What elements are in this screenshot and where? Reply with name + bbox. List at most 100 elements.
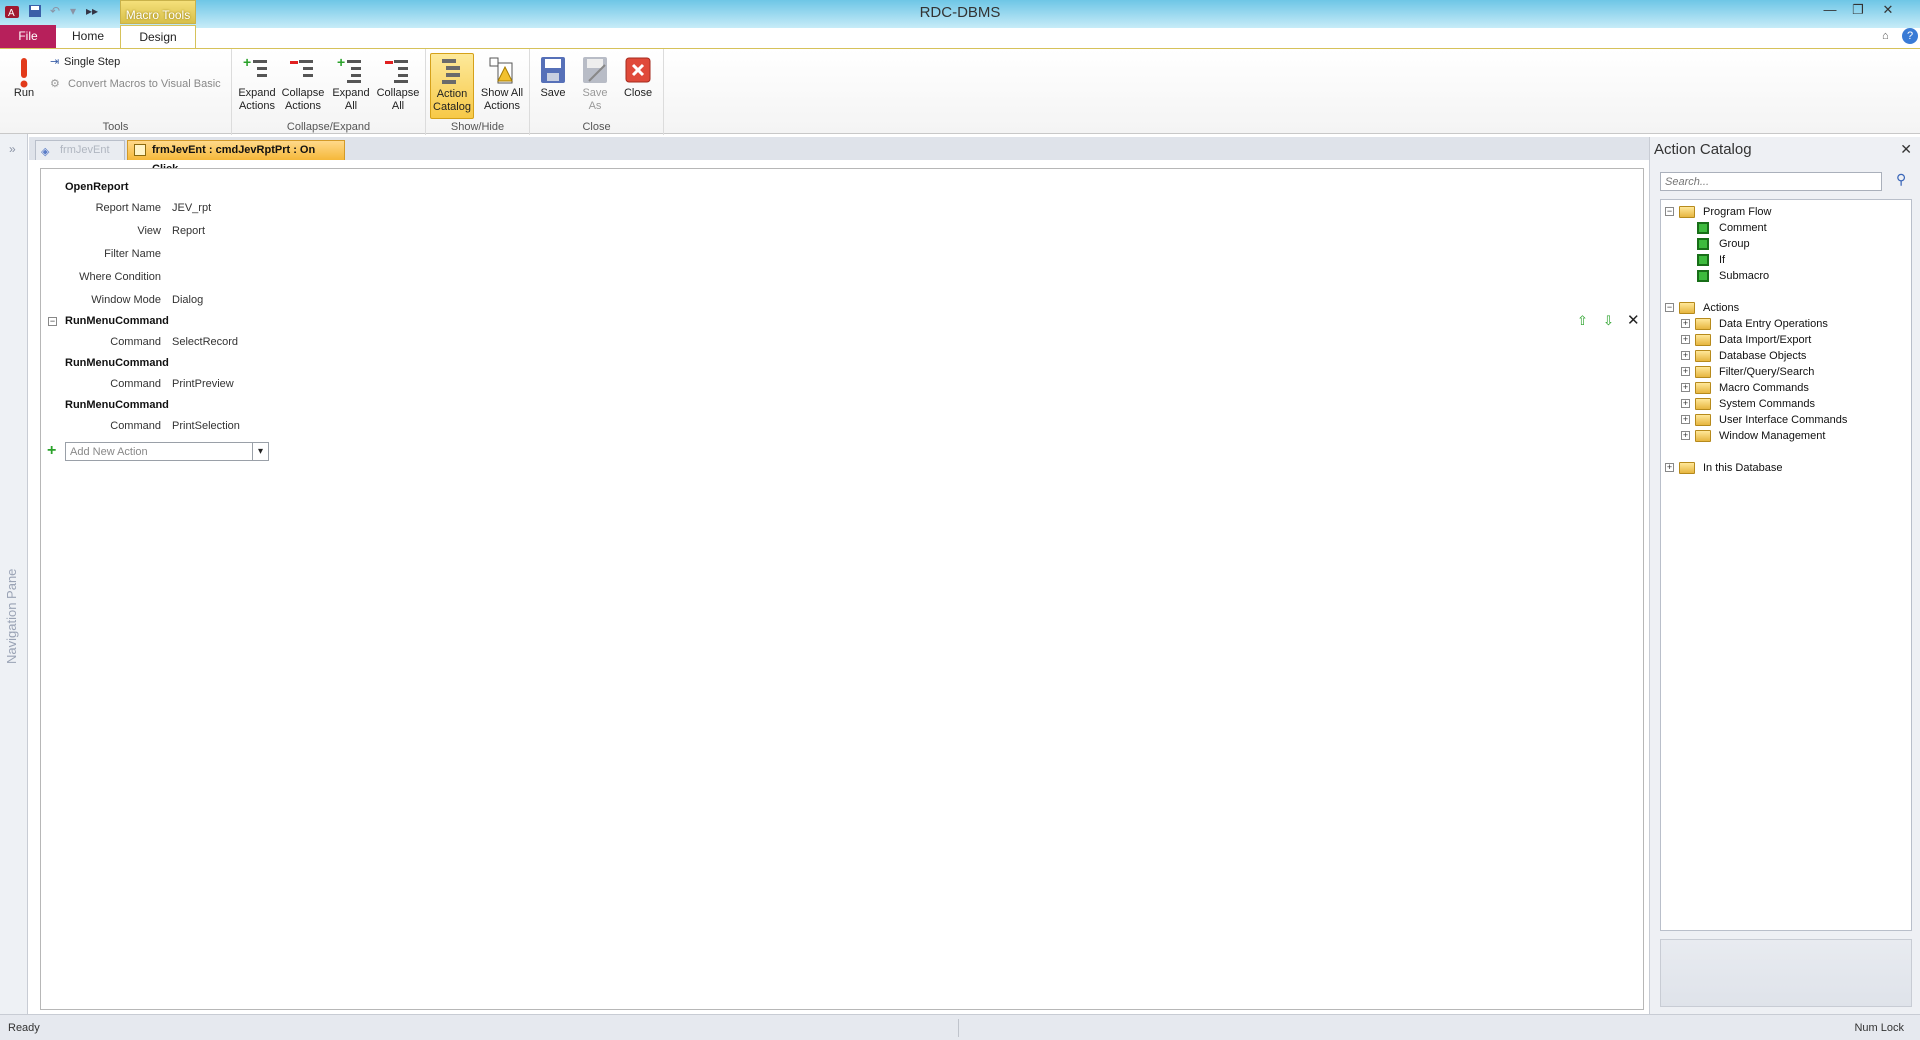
- num-lock-indicator: Num Lock: [1854, 1022, 1904, 1034]
- save-as-icon: [581, 55, 609, 85]
- expand-all-button[interactable]: + Expand All: [330, 53, 372, 113]
- catalog-title: Action Catalog: [1654, 141, 1752, 158]
- move-down-icon[interactable]: ⇩: [1603, 313, 1614, 329]
- single-step-icon: ⇥: [50, 56, 60, 68]
- svg-text:+: +: [337, 55, 345, 70]
- arg-label: View: [137, 225, 161, 237]
- access-window: A ↶ ▾ ▸▸ RDC-DBMS — ❐ ✕ Macro Tools File…: [0, 0, 1920, 1040]
- status-text: Ready: [8, 1022, 40, 1034]
- arg-value[interactable]: PrintSelection: [172, 420, 240, 432]
- navigation-pane[interactable]: » Navigation Pane: [0, 134, 28, 1014]
- folder-icon: [1695, 318, 1711, 330]
- expand-actions-icon: +: [243, 54, 271, 85]
- expand-node-icon[interactable]: +: [1681, 415, 1690, 424]
- convert-macros-button[interactable]: ⚙ Convert Macros to Visual Basic: [50, 77, 221, 90]
- save-as-button[interactable]: Save As: [576, 53, 614, 113]
- delete-action-icon[interactable]: ✕: [1627, 311, 1640, 329]
- arg-value[interactable]: Dialog: [172, 294, 203, 306]
- collapse-node-icon[interactable]: −: [1665, 207, 1674, 216]
- collapse-all-button[interactable]: Collapse All: [374, 53, 422, 113]
- folder-icon: [1695, 350, 1711, 362]
- group-label-collapse-expand: Collapse/Expand: [286, 121, 371, 133]
- arg-value[interactable]: Report: [172, 225, 205, 237]
- expand-actions-button[interactable]: + Expand Actions: [236, 53, 278, 113]
- action-name[interactable]: RunMenuCommand: [65, 399, 169, 411]
- save-button[interactable]: Save: [534, 53, 572, 100]
- catalog-info-panel: [1660, 939, 1912, 1007]
- action-catalog-pane: Action Catalog ✕ ⚲ − Program Flow Commen…: [1649, 137, 1920, 1014]
- move-up-icon[interactable]: ⇧: [1577, 313, 1588, 329]
- group-tools: Run ⇥ Single Step ⚙ Convert Macros to Visu…: [0, 49, 232, 135]
- convert-icon: ⚙: [50, 78, 60, 90]
- collapse-actions-button[interactable]: Collapse Actions: [280, 53, 326, 113]
- expand-node-icon[interactable]: +: [1681, 383, 1690, 392]
- folder-icon: [1679, 462, 1695, 474]
- close-catalog-icon[interactable]: ✕: [1900, 141, 1912, 158]
- arg-label: Filter Name: [104, 248, 161, 260]
- tab-file[interactable]: File: [0, 25, 56, 48]
- folder-icon: [1695, 398, 1711, 410]
- action-name[interactable]: RunMenuCommand: [65, 357, 169, 369]
- search-icon[interactable]: ⚲: [1896, 171, 1906, 188]
- window-title: RDC-DBMS: [919, 4, 1001, 21]
- action-catalog-icon: [438, 56, 466, 86]
- tab-design[interactable]: Design: [120, 25, 196, 48]
- folder-icon: [1679, 206, 1695, 218]
- group-show-hide: Action Catalog Show All Actions Show/Hid…: [426, 49, 530, 135]
- expand-node-icon[interactable]: +: [1681, 335, 1690, 344]
- folder-icon: [1695, 414, 1711, 426]
- restore-button[interactable]: ❐: [1846, 2, 1870, 20]
- folder-icon: [1695, 334, 1711, 346]
- action-name[interactable]: OpenReport: [65, 181, 129, 193]
- group-label-tools: Tools: [102, 121, 129, 133]
- macro-editor[interactable]: OpenReport Report Name JEV_rpt View Repo…: [40, 168, 1644, 1010]
- expand-all-icon: +: [337, 54, 365, 85]
- add-action-plus-icon: +: [47, 442, 57, 459]
- single-step-button[interactable]: ⇥ Single Step: [50, 55, 120, 68]
- expand-node-icon[interactable]: +: [1665, 463, 1674, 472]
- expand-node-icon[interactable]: +: [1681, 351, 1690, 360]
- add-new-action-combo[interactable]: Add New Action ▾: [65, 442, 269, 461]
- svg-text:+: +: [243, 55, 251, 70]
- collapse-action-icon[interactable]: −: [48, 317, 57, 326]
- close-button[interactable]: Close: [618, 53, 658, 100]
- chevron-down-icon[interactable]: ▾: [252, 443, 268, 460]
- arg-value[interactable]: JEV_rpt: [172, 202, 211, 214]
- ribbon: Run ⇥ Single Step ⚙ Convert Macros to Visu…: [0, 48, 1920, 135]
- group-label-show-hide: Show/Hide: [450, 121, 505, 133]
- catalog-search-input[interactable]: [1660, 172, 1882, 191]
- tab-home[interactable]: Home: [64, 25, 112, 48]
- help-icon[interactable]: ?: [1902, 28, 1918, 44]
- arg-value[interactable]: PrintPreview: [172, 378, 234, 390]
- action-name[interactable]: RunMenuCommand: [65, 315, 169, 327]
- add-new-action-placeholder: Add New Action: [70, 446, 148, 458]
- collapse-node-icon[interactable]: −: [1665, 303, 1674, 312]
- minimize-button[interactable]: —: [1818, 2, 1842, 20]
- action-catalog-button[interactable]: Action Catalog: [430, 53, 474, 119]
- action-item-icon: [1697, 254, 1709, 266]
- action-item-icon: [1697, 238, 1709, 250]
- catalog-tree: − Program Flow Comment Group If Submacro: [1660, 199, 1912, 931]
- show-all-actions-icon: [488, 55, 516, 85]
- folder-icon: [1695, 382, 1711, 394]
- folder-icon: [1679, 302, 1695, 314]
- expand-node-icon[interactable]: +: [1681, 319, 1690, 328]
- close-x-icon: [624, 55, 652, 85]
- arg-value[interactable]: SelectRecord: [172, 336, 238, 348]
- doc-tab-macro[interactable]: frmJevEnt : cmdJevRptPrt : On Click: [127, 140, 345, 175]
- run-button[interactable]: Run: [6, 53, 42, 100]
- floppy-icon: [539, 55, 567, 85]
- collapse-all-icon: [384, 55, 412, 85]
- expand-node-icon[interactable]: +: [1681, 431, 1690, 440]
- arg-label: Command: [110, 336, 161, 348]
- close-window-button[interactable]: ✕: [1876, 2, 1900, 20]
- status-divider: [958, 1019, 959, 1037]
- form-icon: ◈: [41, 146, 50, 158]
- show-all-actions-button[interactable]: Show All Actions: [478, 53, 526, 113]
- minimize-ribbon-icon[interactable]: ⌂: [1882, 30, 1889, 42]
- doc-tab-form[interactable]: ◈ frmJevEnt: [35, 140, 125, 160]
- expand-node-icon[interactable]: +: [1681, 367, 1690, 376]
- expand-node-icon[interactable]: +: [1681, 399, 1690, 408]
- status-bar: Ready Num Lock: [0, 1014, 1920, 1040]
- expand-nav-icon[interactable]: »: [9, 142, 16, 156]
